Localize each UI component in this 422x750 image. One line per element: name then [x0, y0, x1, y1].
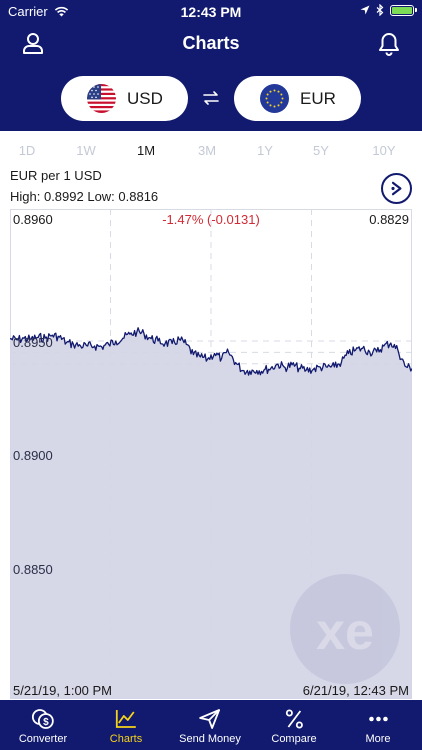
pair-label: EUR per 1 USD [10, 168, 102, 183]
svg-text:$: $ [43, 717, 49, 728]
bell-icon[interactable] [376, 30, 402, 56]
bluetooth-icon [376, 4, 384, 16]
range-1m[interactable]: 1M [137, 143, 155, 158]
range-1w[interactable]: 1W [76, 143, 96, 158]
us-flag-icon [87, 84, 116, 113]
tab-label: Charts [109, 733, 143, 745]
tab-label: Compare [271, 733, 317, 745]
status-right [360, 4, 417, 16]
from-currency-code: USD [127, 88, 163, 108]
y-tick-label: 0.8900 [13, 448, 53, 463]
tab-compare[interactable]: Compare [271, 700, 317, 750]
battery-icon [390, 4, 417, 16]
swap-icon[interactable] [199, 86, 223, 110]
more-icon [368, 716, 388, 722]
header: Carrier 12:43 PM Charts USD EUR [0, 0, 422, 131]
tab-bar: $ Converter Charts Send Money Compare Mo… [0, 700, 422, 750]
tab-label: Converter [18, 733, 68, 745]
location-arrow-icon [360, 5, 370, 15]
end-date: 6/21/19, 12:43 PM [302, 683, 409, 698]
from-currency-button[interactable]: USD [61, 76, 188, 121]
rate-chart-svg: xe [10, 209, 412, 699]
tab-more[interactable]: More [365, 700, 391, 750]
page-title: Charts [182, 33, 240, 53]
coins-icon: $ [32, 709, 54, 729]
to-currency-code: EUR [300, 88, 336, 108]
high-low-label: High: 0.8992 Low: 0.8816 [10, 189, 159, 204]
tab-label: Send Money [179, 733, 241, 745]
range-1d[interactable]: 1D [19, 143, 36, 158]
range-10y[interactable]: 10Y [372, 143, 395, 158]
y-tick-label: 0.8950 [13, 335, 53, 350]
status-time: 12:43 PM [180, 4, 242, 20]
close-value: 0.8829 [369, 212, 409, 227]
range-1y[interactable]: 1Y [257, 143, 273, 158]
rate-chart[interactable]: xe 0.8960 -1.47% (-0.0131) 0.8829 0.8950… [10, 209, 412, 699]
to-currency-button[interactable]: EUR [234, 76, 361, 121]
chart-icon [116, 710, 136, 728]
range-selector: 1D 1W 1M 3M 1Y 5Y 10Y [0, 140, 422, 162]
tab-label: More [365, 733, 391, 745]
range-3m[interactable]: 3M [198, 143, 216, 158]
range-5y[interactable]: 5Y [313, 143, 329, 158]
xe-watermark-icon: xe [290, 574, 400, 684]
y-tick-label: 0.8850 [13, 562, 53, 577]
status-bar: Carrier 12:43 PM [0, 0, 422, 22]
eu-flag-icon [260, 84, 289, 113]
start-date: 5/21/19, 1:00 PM [13, 683, 113, 698]
percent-icon [285, 709, 303, 729]
tab-send-money[interactable]: Send Money [179, 700, 241, 750]
tab-converter[interactable]: $ Converter [19, 700, 67, 750]
change-value: -1.47% (-0.0131) [162, 212, 260, 227]
expand-chart-icon[interactable] [381, 173, 412, 204]
tab-charts[interactable]: Charts [110, 700, 142, 750]
send-icon [199, 709, 220, 729]
svg-text:xe: xe [316, 603, 374, 661]
